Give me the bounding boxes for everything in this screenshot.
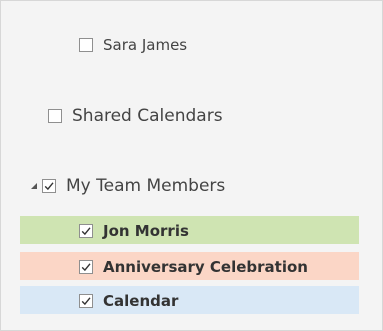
calendar-item-jon-morris[interactable]: Jon Morris — [79, 222, 189, 240]
jon-morris-checkbox[interactable] — [79, 224, 93, 238]
calendar-item-anniversary-band[interactable]: Anniversary Celebration — [20, 252, 359, 280]
calendar-item-calendar-band[interactable]: Calendar — [20, 286, 359, 314]
checkmark-icon — [81, 297, 91, 306]
calendar-item-jon-morris-band[interactable]: Jon Morris — [20, 216, 359, 244]
checkmark-icon — [81, 263, 91, 272]
jon-morris-label: Jon Morris — [103, 222, 189, 240]
anniversary-celebration-label: Anniversary Celebration — [103, 258, 308, 276]
my-team-members-checkbox[interactable] — [42, 179, 56, 193]
calendar-group-shared-calendars[interactable]: Shared Calendars — [48, 105, 223, 127]
shared-calendars-label: Shared Calendars — [72, 106, 223, 126]
checkmark-icon — [44, 182, 54, 191]
expand-triangle-icon[interactable] — [30, 182, 38, 190]
calendar-item-anniversary-celebration[interactable]: Anniversary Celebration — [79, 258, 308, 276]
calendar-item-sara-james[interactable]: Sara James — [79, 35, 187, 55]
my-team-members-label: My Team Members — [66, 176, 226, 196]
calendar-folder-pane: Sara James Shared Calendars My Team Memb… — [0, 0, 383, 331]
calendar-label: Calendar — [103, 292, 179, 310]
calendar-checkbox[interactable] — [79, 294, 93, 308]
calendar-group-my-team-members[interactable]: My Team Members — [30, 175, 225, 197]
calendar-item-calendar[interactable]: Calendar — [79, 292, 179, 310]
anniversary-celebration-checkbox[interactable] — [79, 260, 93, 274]
checkmark-icon — [81, 227, 91, 236]
sara-james-label: Sara James — [103, 36, 188, 54]
shared-calendars-checkbox[interactable] — [48, 109, 62, 123]
sara-james-checkbox[interactable] — [79, 38, 93, 52]
